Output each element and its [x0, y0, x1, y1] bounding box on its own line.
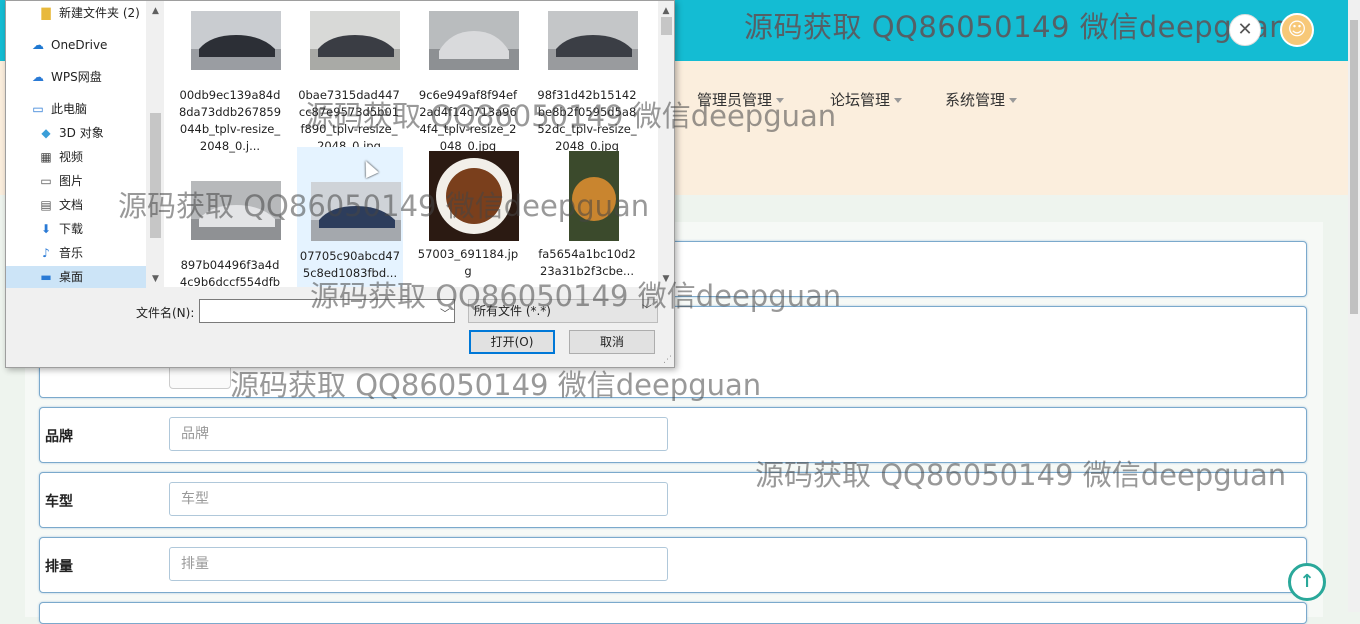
image-thumbnail	[310, 11, 400, 70]
filename-label: 文件名(N):	[136, 306, 195, 320]
video-icon: ▦	[40, 150, 52, 164]
chevron-down-icon	[894, 98, 903, 103]
cloud-icon: ☁	[32, 38, 44, 52]
brand-input[interactable]: 品牌	[169, 417, 668, 451]
form-row-next	[39, 602, 1307, 624]
displacement-label: 排量	[45, 559, 73, 575]
file-scroll-thumb[interactable]	[661, 17, 672, 35]
nav-wps[interactable]: ☁ WPS网盘	[6, 66, 146, 88]
cloud-icon: ☁	[32, 70, 44, 84]
nav-videos[interactable]: ▦ 视频	[6, 146, 146, 168]
model-input[interactable]: 车型	[169, 482, 668, 516]
nav-desktop[interactable]: ▬ 桌面	[6, 266, 146, 288]
folder-icon: ▇	[41, 6, 51, 20]
nav-pane-scrollbar[interactable]: ▲ ▼	[147, 1, 164, 287]
cancel-button[interactable]: 取消	[569, 330, 655, 354]
picture-icon: ▭	[40, 174, 52, 188]
brand-label: 品牌	[45, 429, 73, 445]
user-avatar-icon[interactable]: ☺	[1280, 13, 1314, 47]
watermark-text: 源码获取 QQ86050149 微信deepguan	[305, 99, 837, 133]
nav-onedrive[interactable]: ☁ OneDrive	[6, 34, 146, 56]
watermark-text: 源码获取 QQ86050149 微信deepguan	[230, 368, 762, 402]
watermark-text: 源码获取 QQ86050149 微信deepguan	[118, 189, 650, 223]
open-button[interactable]: 打开(O)	[469, 330, 555, 354]
file-list-pane: 00db9ec139a84d8da73ddb267859044b_tplv-re…	[164, 1, 658, 287]
cube-icon: ◆	[41, 126, 51, 140]
chevron-down-icon	[1009, 98, 1018, 103]
music-icon: ♪	[42, 246, 50, 260]
image-thumbnail	[548, 11, 638, 70]
image-thumbnail	[191, 11, 281, 70]
computer-icon: ▭	[32, 102, 44, 116]
scroll-down-icon[interactable]: ▼	[147, 271, 164, 287]
nav-item-forum[interactable]: 论坛管理	[830, 89, 903, 110]
document-icon: ▤	[40, 198, 52, 212]
nav-item-system[interactable]: 系统管理	[945, 89, 1018, 110]
nav-folder-new[interactable]: ▇ 新建文件夹 (2)	[6, 2, 146, 24]
nav-this-pc[interactable]: ▭ 此电脑	[6, 98, 146, 120]
image-thumbnail	[429, 11, 519, 70]
nav-3d[interactable]: ◆ 3D 对象	[6, 122, 146, 144]
scroll-up-icon[interactable]: ▲	[147, 3, 164, 19]
nav-music[interactable]: ♪ 音乐	[6, 242, 146, 264]
model-label: 车型	[45, 494, 73, 510]
watermark-text: 源码获取 QQ86050149 微信deepguan	[310, 279, 842, 313]
header-watermark: 源码获取 QQ86050149 微信deepguan	[744, 10, 1289, 44]
back-to-top-icon[interactable]: ↑	[1288, 563, 1326, 601]
displacement-input[interactable]: 排量	[169, 547, 668, 581]
close-icon[interactable]: ✕	[1229, 14, 1261, 46]
dialog-nav-pane: ▇ 新建文件夹 (2) ☁ OneDrive ☁ WPS网盘 ▭ 此电脑 ◆ 3D 对象 …	[6, 1, 146, 288]
file-list-scrollbar[interactable]: ▲ ▼	[658, 1, 674, 287]
form-row-displacement: 排量 排量	[39, 537, 1307, 593]
file-item[interactable]: 00db9ec139a84d8da73ddb267859044b_tplv-re…	[178, 11, 282, 153]
watermark-text: 源码获取 QQ86050149 微信deepguan	[755, 458, 1287, 492]
desktop-icon: ▬	[40, 270, 52, 284]
page-scroll-thumb[interactable]	[1350, 20, 1358, 314]
download-icon: ⬇	[40, 222, 52, 236]
